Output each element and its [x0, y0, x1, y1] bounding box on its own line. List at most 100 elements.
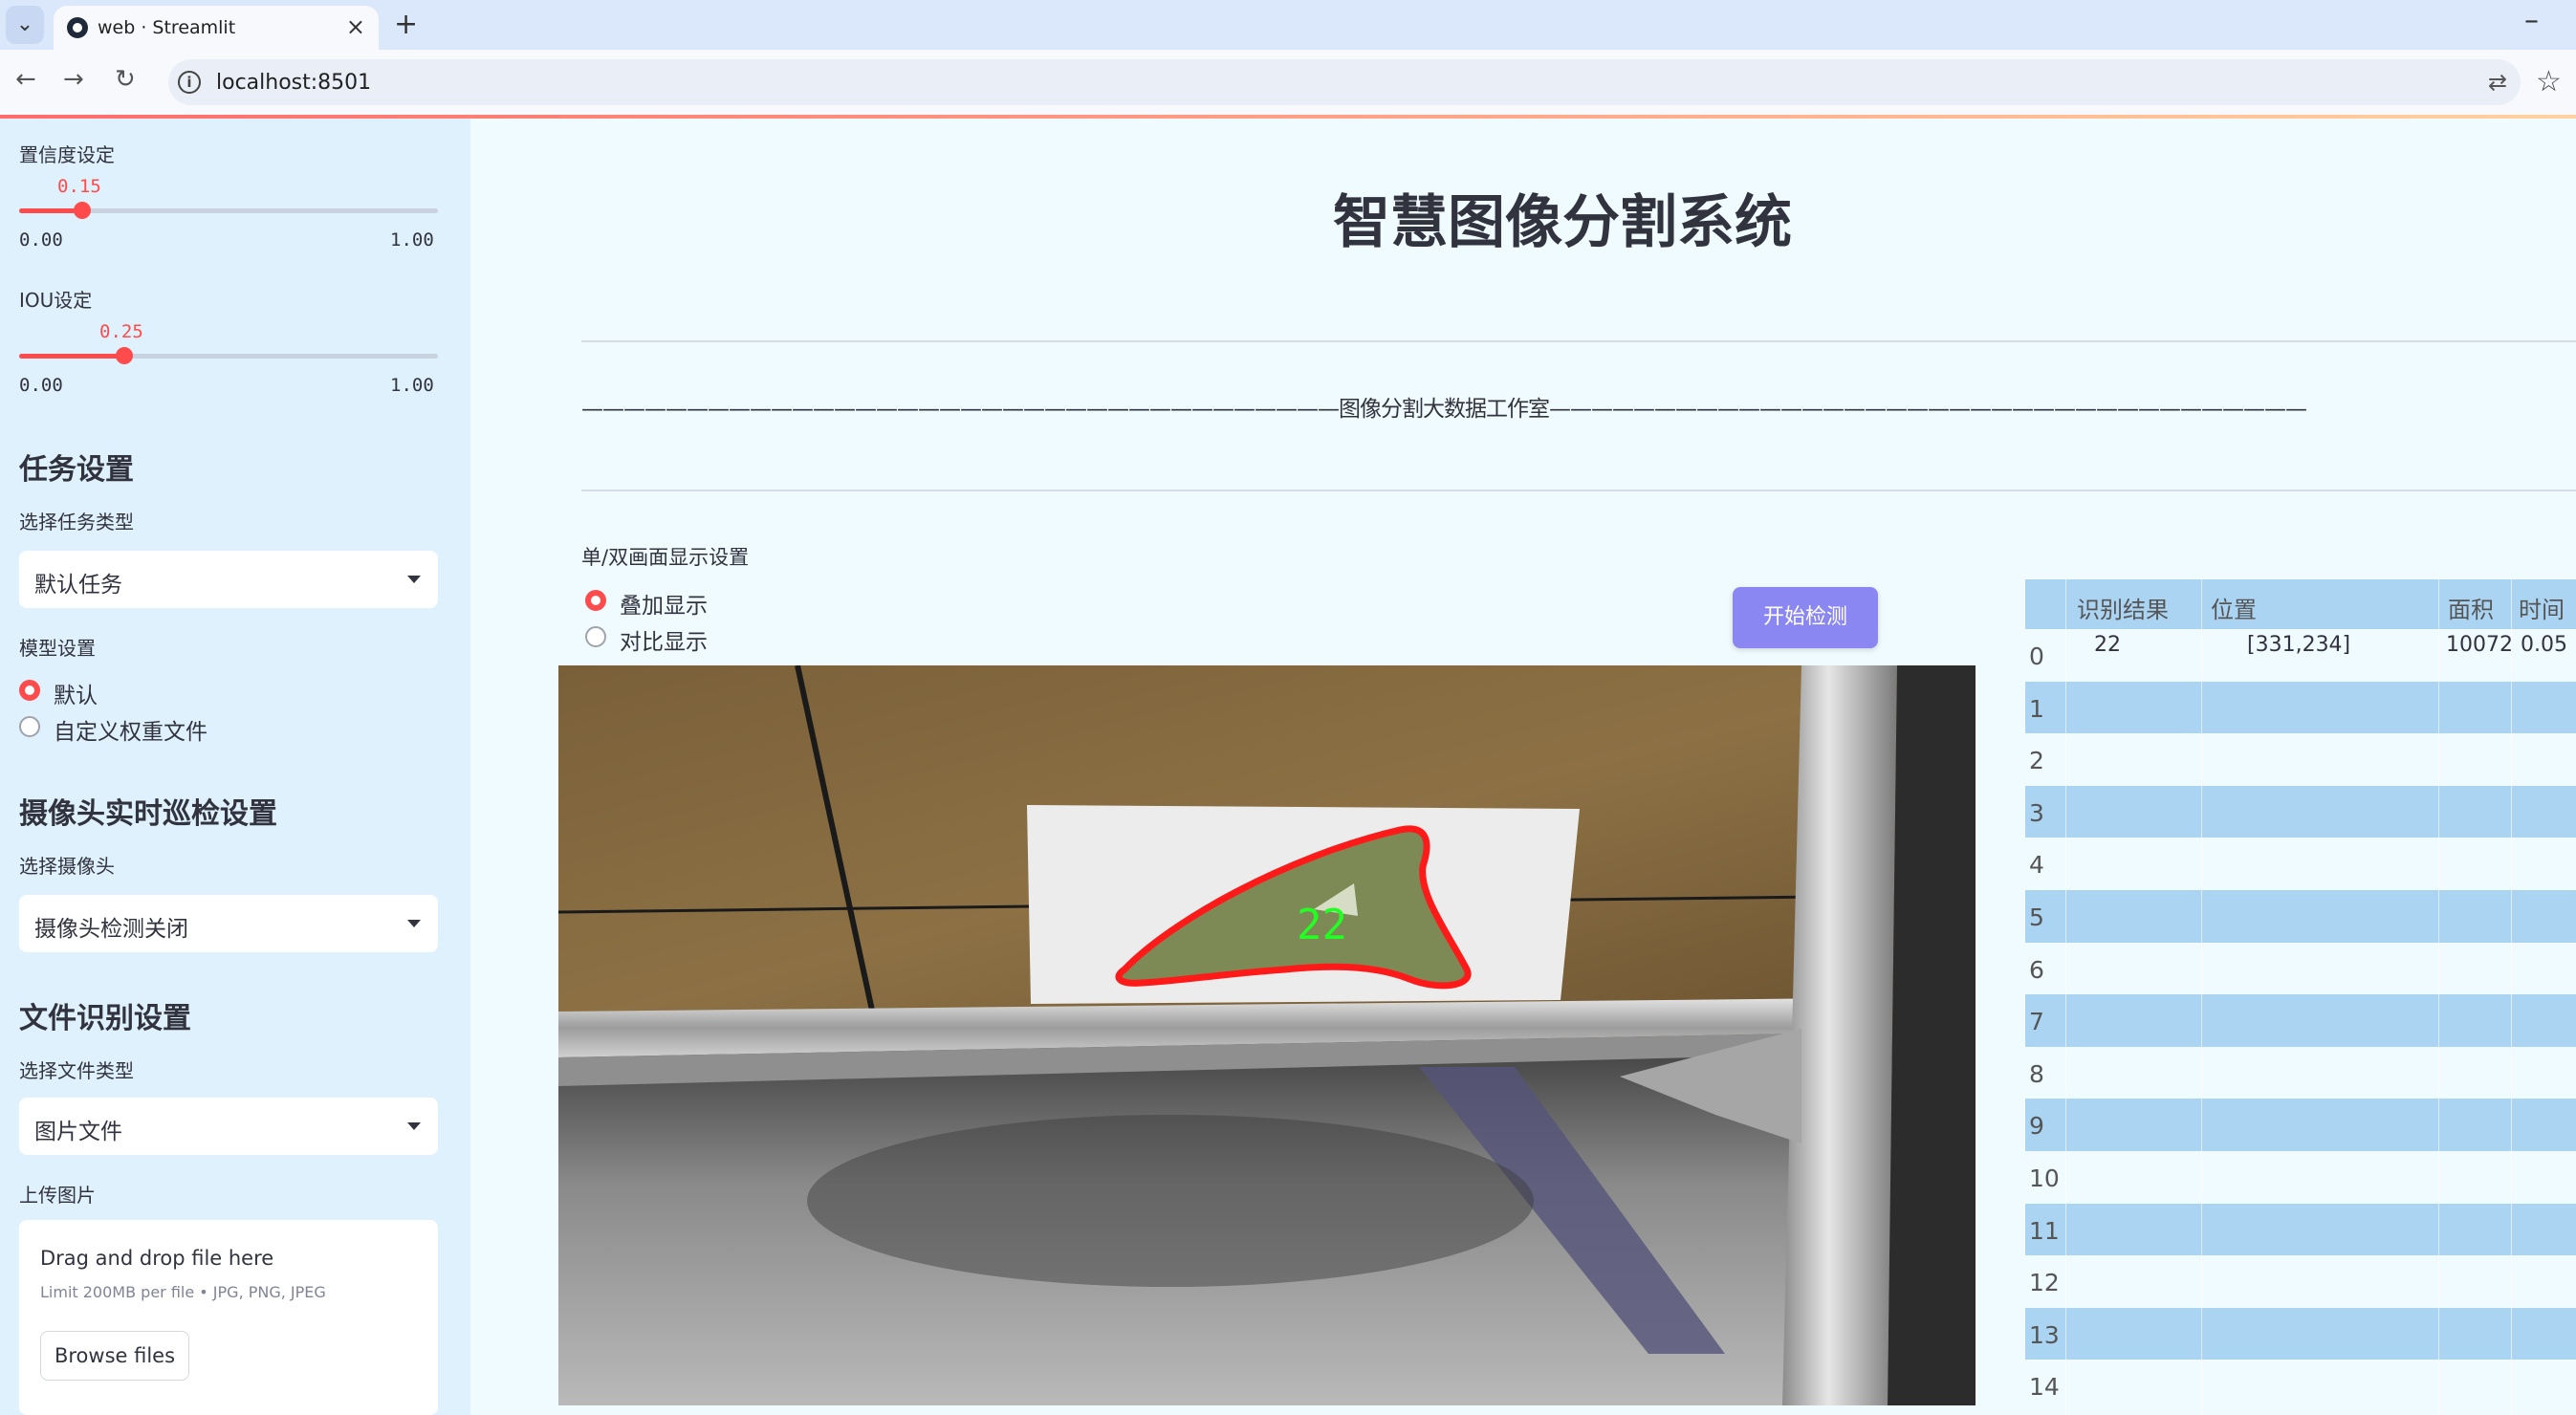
site-info-icon[interactable]: i [178, 71, 201, 94]
file-uploader-dropzone[interactable]: Drag and drop file here Limit 200MB per … [19, 1220, 438, 1415]
url-field[interactable] [168, 59, 2521, 105]
file-type-value: 图片文件 [34, 1120, 122, 1144]
camera-select[interactable]: 摄像头检测关闭 [19, 895, 438, 952]
back-arrow-icon[interactable]: ← [15, 65, 36, 94]
camera-section-heading: 摄像头实时巡检设置 [19, 797, 277, 831]
model-label: 模型设置 [19, 637, 96, 660]
cell-position: [331,234] [2247, 633, 2351, 657]
row-index: 6 [2029, 955, 2044, 984]
upload-label: 上传图片 [19, 1184, 96, 1207]
radio-unselected-icon[interactable] [585, 626, 606, 647]
iou-slider-thumb[interactable] [115, 347, 133, 364]
confidence-slider-thumb[interactable] [73, 202, 91, 219]
tab-search-chevron-icon[interactable]: ⌄ [6, 6, 44, 44]
iou-slider[interactable] [19, 347, 438, 364]
column-divider [2201, 579, 2202, 1415]
tab-title: web · Streamlit [98, 17, 236, 38]
row-index: 5 [2029, 903, 2044, 931]
display-option-label: 叠加显示 [620, 594, 708, 619]
row-index: 3 [2029, 798, 2044, 827]
confidence-slider-fill [19, 208, 82, 213]
confidence-min: 0.00 [19, 229, 63, 250]
table-row[interactable]: 14 [2025, 1360, 2576, 1412]
camera-value: 摄像头检测关闭 [34, 917, 188, 942]
table-header: 识别结果 位置 面积 时间 [2025, 579, 2576, 629]
table-row[interactable]: 0 22 [331,234] 10072 0.05 [2025, 629, 2576, 682]
table-row[interactable]: 11 [2025, 1203, 2576, 1256]
iou-max: 1.00 [390, 375, 434, 396]
chevron-down-icon [407, 1122, 421, 1130]
shadow [807, 1115, 1534, 1287]
browser-address-bar: ← → ↻ i localhost:8501 ⇄ ☆ [0, 50, 2576, 115]
table-row[interactable]: 13 [2025, 1307, 2576, 1361]
results-table[interactable]: 识别结果 位置 面积 时间 0 22 [331,234] 10072 0.05 1 2 3 4 5… [2025, 579, 2576, 1415]
start-detection-button[interactable]: 开始检测 [1733, 587, 1878, 648]
page-title: 智慧图像分割系统 [1333, 189, 1792, 256]
column-header-time[interactable]: 时间 [2519, 591, 2565, 624]
iou-slider-fill [19, 354, 124, 359]
file-section-heading: 文件识别设置 [19, 1002, 191, 1035]
task-type-label: 选择任务类型 [19, 511, 134, 533]
new-tab-plus-icon[interactable]: + [394, 8, 418, 41]
confidence-slider[interactable] [19, 202, 438, 219]
model-option-label: 默认 [54, 684, 98, 708]
row-index: 2 [2029, 747, 2044, 775]
iou-label: IOU设定 [19, 289, 93, 312]
column-header-position[interactable]: 位置 [2211, 591, 2257, 624]
task-section-heading: 任务设置 [19, 453, 134, 487]
translate-icon[interactable]: ⇄ [2488, 69, 2507, 96]
table-row[interactable]: 5 [2025, 890, 2576, 943]
table-row[interactable]: 8 [2025, 1046, 2576, 1099]
row-index: 9 [2029, 1112, 2044, 1141]
table-row[interactable]: 12 [2025, 1255, 2576, 1308]
task-type-select[interactable]: 默认任务 [19, 551, 438, 608]
table-row[interactable]: 3 [2025, 785, 2576, 838]
confidence-label: 置信度设定 [19, 143, 115, 166]
display-mode-label: 单/双画面显示设置 [581, 546, 750, 569]
bookmark-star-icon[interactable]: ☆ [2536, 65, 2562, 98]
iou-min: 0.00 [19, 375, 63, 396]
reload-icon[interactable]: ↻ [115, 65, 136, 94]
file-type-select[interactable]: 图片文件 [19, 1098, 438, 1155]
chevron-down-icon [407, 920, 421, 927]
streamlit-favicon-icon [67, 17, 88, 38]
divider [581, 490, 2576, 491]
iou-value: 0.25 [99, 321, 143, 342]
close-tab-icon[interactable]: × [346, 13, 365, 40]
column-header-area[interactable]: 面积 [2448, 591, 2494, 624]
row-index: 12 [2029, 1269, 2060, 1297]
row-index: 4 [2029, 851, 2044, 880]
studio-banner: ————————————————————————————————————图像分割… [581, 397, 2307, 422]
table-row[interactable]: 1 [2025, 681, 2576, 734]
browser-tab[interactable]: web · Streamlit × [54, 6, 379, 50]
table-row[interactable]: 6 [2025, 942, 2576, 995]
table-row[interactable]: 2 [2025, 733, 2576, 786]
table-row[interactable]: 7 [2025, 994, 2576, 1047]
row-index: 1 [2029, 694, 2044, 723]
table-row[interactable]: 4 [2025, 838, 2576, 890]
detection-class-label: 22 [1297, 901, 1347, 949]
table-row[interactable]: 9 [2025, 1099, 2576, 1151]
row-index: 14 [2029, 1373, 2060, 1402]
display-option-label: 对比显示 [620, 630, 708, 655]
forward-arrow-icon[interactable]: → [63, 65, 84, 94]
url-text[interactable]: localhost:8501 [216, 71, 371, 95]
cell-area: 10072 [2446, 633, 2513, 657]
row-index: 8 [2029, 1059, 2044, 1088]
radio-selected-icon[interactable] [585, 590, 606, 611]
background-dark [1888, 665, 1976, 1405]
divider [581, 340, 2576, 342]
column-divider [2511, 579, 2512, 1415]
table-row[interactable]: 10 [2025, 1151, 2576, 1204]
row-index: 0 [2029, 642, 2044, 670]
browse-files-button[interactable]: Browse files [40, 1331, 189, 1381]
cell-time: 0.05 [2521, 633, 2567, 657]
browser-tab-bar: ⌄ web · Streamlit × + – [0, 0, 2576, 50]
row-index: 7 [2029, 1008, 2044, 1036]
column-divider [2438, 579, 2439, 1415]
radio-unselected-icon[interactable] [19, 716, 40, 737]
minimize-window-icon[interactable]: – [2524, 4, 2539, 37]
radio-selected-icon[interactable] [19, 680, 40, 701]
confidence-value: 0.15 [57, 176, 101, 197]
column-header-result[interactable]: 识别结果 [2077, 591, 2169, 624]
